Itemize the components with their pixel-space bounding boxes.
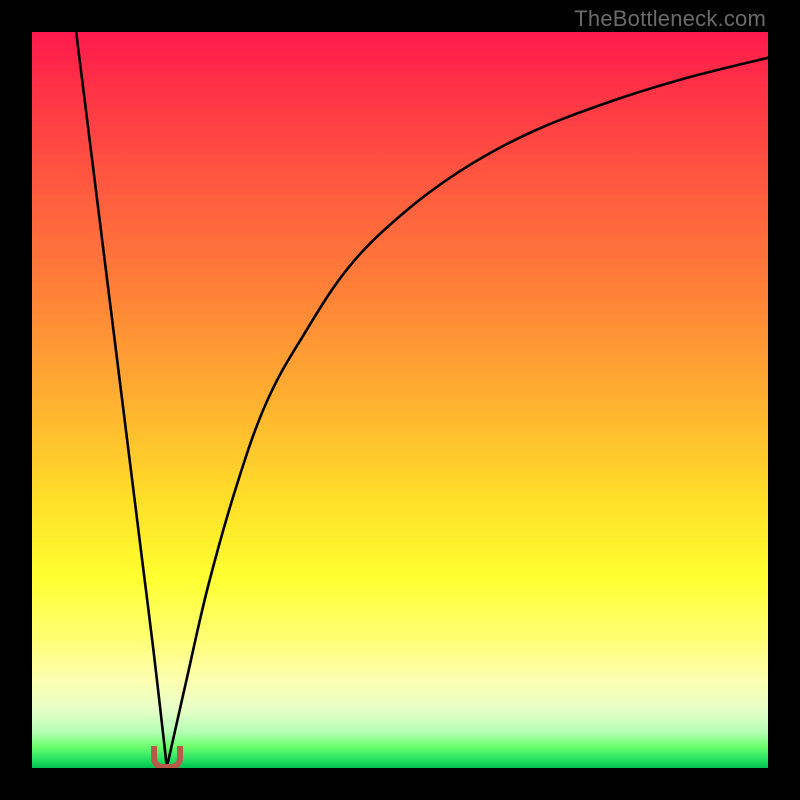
chart-frame: TheBottleneck.com (0, 0, 800, 800)
watermark-text: TheBottleneck.com (574, 6, 766, 32)
plot-area (32, 32, 768, 768)
minimum-marker-icon (151, 746, 183, 768)
bottleneck-curve (32, 32, 768, 768)
